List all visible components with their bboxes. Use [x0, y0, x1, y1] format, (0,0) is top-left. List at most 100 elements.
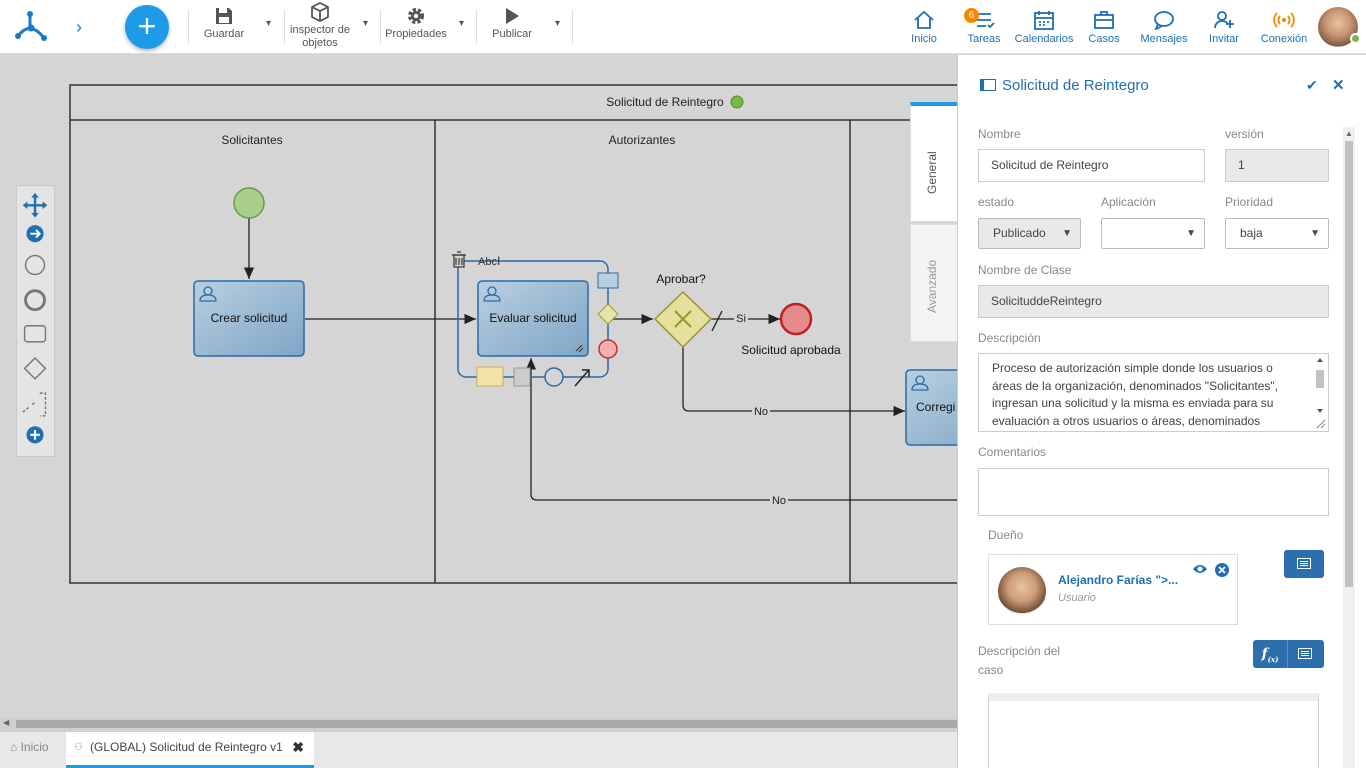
- panel-title: Solicitud de Reintegro: [980, 77, 1149, 94]
- home-icon: ⌂: [10, 740, 18, 754]
- connect-tool-icon[interactable]: [26, 225, 44, 243]
- diagram-canvas[interactable]: Solicitud de Reintegro Solicitantes Auto…: [0, 55, 957, 718]
- tab-advanced[interactable]: Avanzado: [910, 224, 957, 342]
- chevron-down-icon: ▼: [1062, 228, 1072, 239]
- nav-messages[interactable]: Mensajes: [1138, 10, 1190, 46]
- panel-title-text: Solicitud de Reintegro: [1002, 77, 1149, 94]
- pool-title: Solicitud de Reintegro: [606, 95, 724, 109]
- chat-bubble-icon: [1154, 11, 1174, 30]
- add-user-icon: [1214, 11, 1234, 29]
- case-description-editor[interactable]: [988, 693, 1319, 768]
- gateway-tool-icon[interactable]: [23, 356, 47, 380]
- shape-palette: [16, 185, 55, 457]
- comments-textarea[interactable]: [978, 468, 1329, 516]
- flow-yes-label: Si: [736, 313, 746, 325]
- flow-no-back-to-evaluate[interactable]: [525, 358, 957, 501]
- list-icon[interactable]: [1298, 648, 1312, 659]
- canvas-scrollbar-thumb[interactable]: [16, 720, 957, 728]
- end-event-solicitud-aprobada[interactable]: [779, 302, 813, 336]
- case-description-label: Descripción del caso: [978, 642, 1060, 680]
- process-diagram[interactable]: Solicitud de Reintegro Solicitantes Auto…: [0, 55, 957, 718]
- quick-add-task-icon[interactable]: [597, 272, 619, 289]
- tab-home[interactable]: ⌂ Inicio: [10, 740, 49, 754]
- toolbar-divider: [476, 10, 477, 44]
- application-select[interactable]: ▼: [1101, 218, 1205, 249]
- properties-dropdown-chevron-down-icon[interactable]: ▾: [459, 18, 464, 29]
- name-label: Nombre: [978, 127, 1021, 141]
- nav-cases[interactable]: Casos: [1084, 10, 1124, 46]
- priority-value: baja: [1240, 226, 1263, 240]
- end-event-tool-icon[interactable]: [24, 289, 46, 312]
- inspector-dropdown-chevron-down-icon[interactable]: ▾: [363, 18, 368, 29]
- eye-icon[interactable]: [1192, 563, 1208, 575]
- priority-label: Prioridad: [1225, 195, 1274, 209]
- description-textarea[interactable]: Proceso de autorización simple donde los…: [978, 353, 1329, 432]
- nav-invite-label: Invitar: [1209, 33, 1239, 45]
- properties-button[interactable]: Propiedades: [384, 6, 448, 41]
- nav-home[interactable]: Inicio: [904, 10, 944, 46]
- connect-arrow-icon[interactable]: [574, 369, 590, 387]
- publish-button[interactable]: Publicar: [488, 6, 536, 41]
- description-scrollbar[interactable]: [1314, 356, 1326, 429]
- add-button[interactable]: +: [125, 5, 169, 49]
- publish-dropdown-chevron-down-icon[interactable]: ▾: [555, 18, 560, 29]
- task-corregir-label: Corregi: [916, 400, 955, 414]
- gateway-label: Aprobar?: [656, 272, 706, 286]
- toolbar-divider: [188, 10, 189, 44]
- quick-add-gateway-icon[interactable]: [597, 303, 619, 325]
- close-panel-icon[interactable]: ✕: [1332, 76, 1345, 94]
- nav-home-label: Inicio: [911, 33, 937, 45]
- scroll-up-arrow-icon[interactable]: ▲: [1345, 129, 1353, 138]
- name-field[interactable]: Solicitud de Reintegro: [978, 149, 1205, 182]
- quick-add-intermediate-event-icon[interactable]: [544, 367, 564, 387]
- window-icon: [980, 79, 996, 91]
- text-tool-label[interactable]: Abc: [478, 256, 497, 268]
- priority-select[interactable]: baja ▼: [1225, 218, 1329, 249]
- remove-owner-icon[interactable]: [1215, 563, 1229, 577]
- move-icon[interactable]: [22, 192, 48, 218]
- owner-label: Dueño: [988, 528, 1024, 542]
- start-event[interactable]: [233, 187, 265, 219]
- panel-vertical-scrollbar[interactable]: ▲: [1343, 127, 1355, 768]
- owner-name[interactable]: Alejandro Farías ">...: [1058, 573, 1178, 587]
- app-logo-icon[interactable]: [14, 10, 48, 42]
- task-evaluar-solicitud-label: Evaluar solicitud: [489, 311, 576, 325]
- more-shapes-icon[interactable]: [26, 426, 44, 444]
- task-tool-icon[interactable]: [23, 325, 47, 343]
- owner-card: Alejandro Farías ">... Usuario: [988, 554, 1238, 625]
- save-button[interactable]: Guardar: [200, 6, 248, 41]
- panel-scrollbar-thumb[interactable]: [1345, 141, 1353, 587]
- toolbar-divider: [380, 10, 381, 44]
- owner-avatar: [998, 567, 1046, 615]
- state-value: Publicado: [993, 226, 1046, 240]
- publish-label: Publicar: [492, 28, 532, 40]
- quick-add-data-icon[interactable]: [513, 367, 531, 387]
- tab-general[interactable]: General: [910, 102, 957, 222]
- tab-general-label: General: [925, 151, 939, 194]
- nav-invite[interactable]: Invitar: [1204, 10, 1244, 46]
- canvas-horizontal-scrollbar[interactable]: ◀: [0, 718, 957, 730]
- tab-home-label: Inicio: [20, 740, 49, 754]
- nav-cases-label: Casos: [1088, 33, 1120, 45]
- object-inspector-button[interactable]: inspector de objetos: [286, 2, 354, 50]
- scroll-left-arrow-icon[interactable]: ◀: [3, 718, 9, 727]
- expand-menu-icon[interactable]: ›: [76, 17, 82, 38]
- close-tab-icon[interactable]: ✖: [292, 739, 304, 756]
- confirm-check-icon[interactable]: ✔: [1306, 77, 1318, 94]
- nav-connection[interactable]: Conexión: [1258, 10, 1310, 46]
- state-select[interactable]: Publicado ▼: [978, 218, 1081, 249]
- quick-add-end-event-icon[interactable]: [598, 339, 618, 359]
- tab-process-document[interactable]: ⚇ (GLOBAL) Solicitud de Reintegro v1 ✖: [66, 732, 314, 768]
- description-label: Descripción: [978, 331, 1041, 345]
- start-event-tool-icon[interactable]: [24, 254, 46, 276]
- inspector-label: inspector de: [290, 24, 350, 36]
- quick-add-annotation-icon[interactable]: [476, 366, 504, 387]
- save-dropdown-chevron-down-icon[interactable]: ▾: [266, 18, 271, 29]
- trash-icon[interactable]: [452, 251, 466, 268]
- annotation-tool-icon[interactable]: [22, 392, 47, 417]
- nav-calendars[interactable]: Calendarios: [1012, 10, 1076, 46]
- function-icon[interactable]: f(x): [1253, 640, 1288, 668]
- class-name-field: SolicituddeReintegro: [978, 285, 1329, 318]
- inspector-label-2: objetos: [302, 37, 338, 49]
- select-owner-button[interactable]: [1284, 550, 1324, 578]
